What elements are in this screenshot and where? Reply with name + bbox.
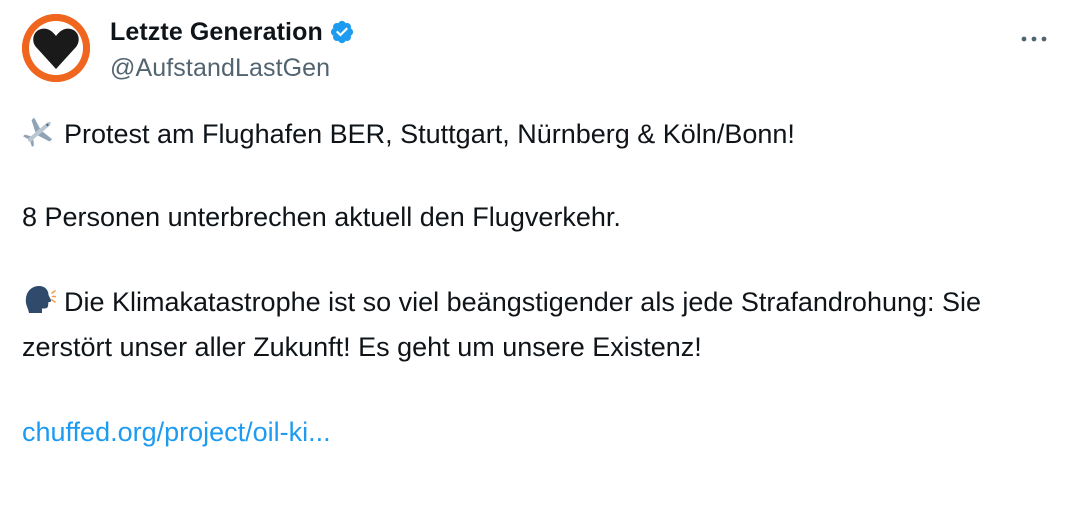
tweet-line-3: Die Klimakatastrophe ist so viel beängst…: [22, 280, 1052, 370]
verified-badge-icon: [329, 19, 355, 45]
tweet-card: Letzte Generation @AufstandLastGen Prote…: [0, 0, 1080, 519]
tweet-line-1: Protest am Flughafen BER, Stuttgart, Nür…: [22, 112, 1052, 157]
author-names: Letzte Generation @AufstandLastGen: [110, 16, 355, 83]
speaking-head-icon: [22, 283, 57, 317]
tweet-line-2: 8 Personen unterbrechen aktuell den Flug…: [22, 202, 621, 232]
more-dots-icon: [1021, 36, 1047, 42]
tweet-line-1-text: Protest am Flughafen BER, Stuttgart, Nür…: [64, 119, 795, 149]
heart-icon: [22, 14, 90, 82]
tweet-text: Protest am Flughafen BER, Stuttgart, Nür…: [22, 112, 1052, 455]
author-display-name[interactable]: Letzte Generation: [110, 18, 323, 47]
airplane-icon: [22, 115, 56, 149]
external-link[interactable]: chuffed.org/project/oil-ki...: [22, 417, 331, 447]
tweet-header: Letzte Generation @AufstandLastGen: [22, 14, 1062, 86]
more-options-button[interactable]: [1014, 24, 1054, 54]
tweet-link-line: chuffed.org/project/oil-ki...: [22, 410, 1052, 455]
author-handle[interactable]: @AufstandLastGen: [110, 54, 355, 83]
tweet-line-3-text: Die Klimakatastrophe ist so viel beängst…: [22, 287, 982, 362]
avatar[interactable]: [22, 14, 90, 82]
